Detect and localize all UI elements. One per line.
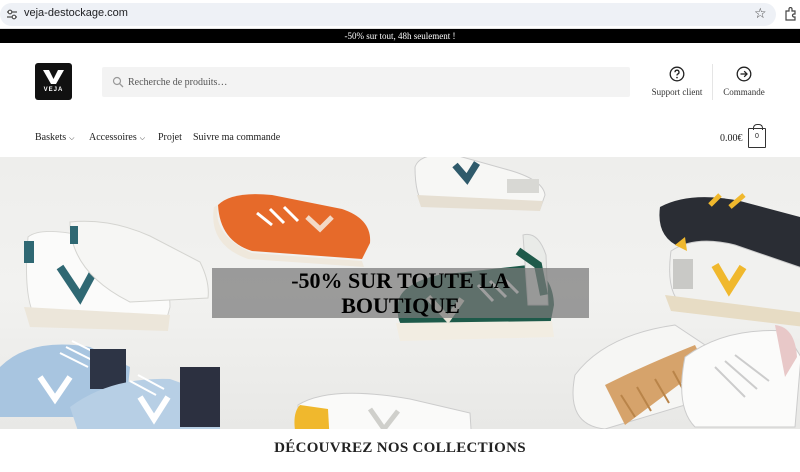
hero-title: -50% SUR TOUTE LA BOUTIQUE [212, 268, 589, 318]
sneaker-image [294, 392, 472, 429]
nav-label: Accessoires [89, 132, 137, 143]
search-icon [112, 76, 124, 88]
arrow-right-circle-icon [736, 66, 752, 82]
support-client-link[interactable]: Support client [648, 66, 706, 97]
hero-title-line: -50% SUR TOUTE LA [291, 268, 510, 293]
nav-label: Suivre ma commande [193, 132, 281, 143]
search-box [102, 67, 630, 97]
promo-text: -50% sur tout, 48h seulement ! [344, 31, 456, 41]
search-input[interactable] [128, 67, 618, 97]
browser-toolbar: veja-destockage.com ☆ [0, 0, 800, 29]
hero-banner[interactable]: -50% SUR TOUTE LA BOUTIQUE [0, 157, 800, 429]
nav-item-accessoires[interactable]: Accessoires ⌵ [89, 132, 145, 143]
promo-banner: -50% sur tout, 48h seulement ! [0, 29, 800, 43]
nav-item-suivre-commande[interactable]: Suivre ma commande [193, 132, 280, 143]
sneaker-image [681, 325, 800, 428]
collections-heading: DÉCOUVREZ NOS COLLECTIONS [274, 440, 526, 456]
sneaker-image [213, 194, 371, 267]
nav-item-projet[interactable]: Projet [158, 132, 182, 143]
cart-total[interactable]: 0.00€ [720, 133, 743, 144]
star-icon[interactable]: ☆ [754, 7, 767, 21]
help-circle-icon [669, 66, 685, 82]
extensions-icon[interactable] [784, 7, 796, 21]
site-logo[interactable]: VEJA [35, 63, 72, 100]
address-bar[interactable]: veja-destockage.com ☆ [0, 3, 776, 26]
logo-text: VEJA [43, 87, 64, 93]
support-label: Support client [651, 87, 703, 97]
hero-title-line: BOUTIQUE [341, 293, 460, 318]
sneaker-image [414, 157, 546, 211]
chevron-down-icon: ⌵ [69, 134, 75, 142]
nav-item-baskets[interactable]: Baskets ⌵ [35, 132, 74, 143]
commande-link[interactable]: Commande [720, 66, 768, 97]
header-divider [712, 64, 713, 100]
commande-label: Commande [723, 87, 765, 97]
tune-icon[interactable] [6, 9, 18, 20]
chevron-down-icon: ⌵ [139, 134, 146, 142]
url-text[interactable]: veja-destockage.com [24, 7, 128, 19]
cart-bag-icon[interactable]: 0 [748, 124, 766, 148]
nav-label: Projet [158, 132, 182, 143]
veja-v-icon [43, 70, 64, 84]
nav-label: Baskets [35, 132, 67, 143]
cart-count: 0 [755, 133, 759, 140]
